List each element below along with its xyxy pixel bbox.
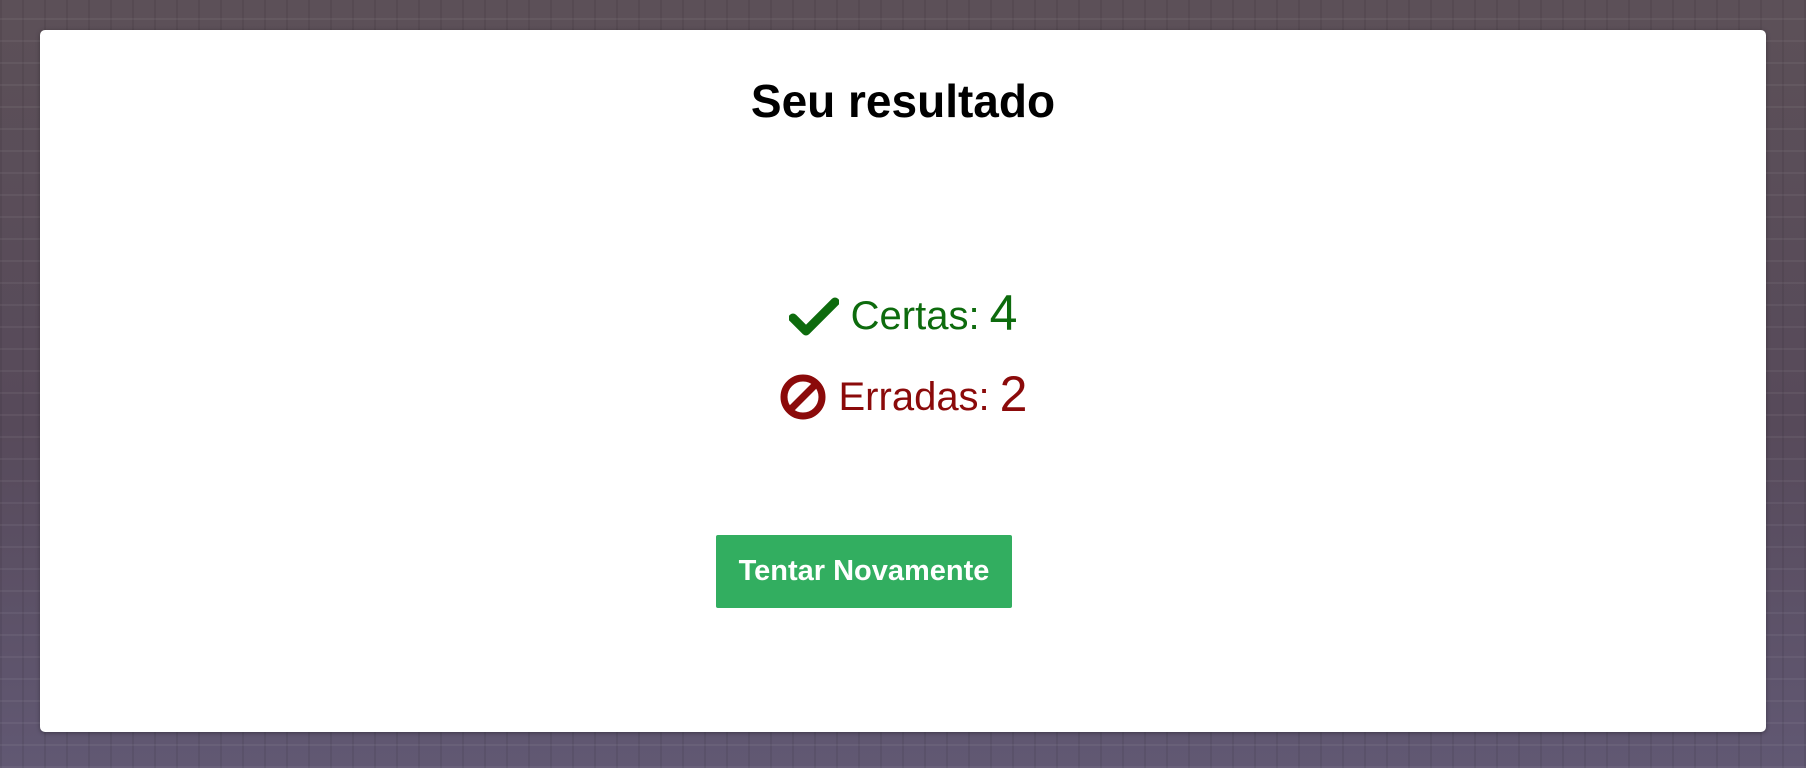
retry-button[interactable]: Tentar Novamente <box>716 535 1012 608</box>
result-card: Seu resultado Certas: 4 Erradas: 2 <box>40 30 1766 732</box>
page-title: Seu resultado <box>750 75 1056 127</box>
wrong-value: 2 <box>999 366 1028 422</box>
wrong-label: Erradas: <box>838 375 990 419</box>
wrong-count-row: Erradas: 2 <box>40 367 1766 427</box>
correct-count-row: Certas: 4 <box>40 286 1766 346</box>
prohibited-icon <box>779 373 827 421</box>
correct-value: 4 <box>989 285 1018 341</box>
correct-label: Certas: <box>850 294 980 338</box>
checkmark-icon <box>788 296 839 336</box>
